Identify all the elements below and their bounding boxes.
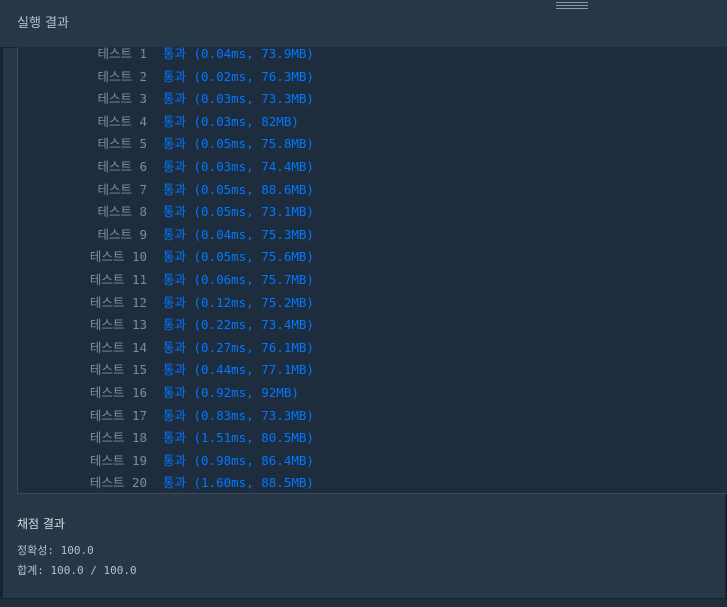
test-result-row: 테스트 20 › 통과 (1.60ms, 88.5MB) xyxy=(18,472,718,493)
chevron-right-icon: › xyxy=(139,431,147,446)
chevron-right-icon: › xyxy=(139,295,147,310)
test-result-row: 테스트 7 › 통과 (0.05ms, 88.6MB) xyxy=(18,179,718,201)
grading-total: 합계: 100.0 / 100.0 xyxy=(17,564,137,577)
test-result-row: 테스트 10 › 통과 (0.05ms, 75.6MB) xyxy=(18,246,718,268)
test-result-row: 테스트 16 › 통과 (0.92ms, 92MB) xyxy=(18,382,718,404)
test-result-text: 통과 (0.83ms, 73.3MB) xyxy=(163,407,314,423)
test-result-row: 테스트 19 › 통과 (0.98ms, 86.4MB) xyxy=(18,450,718,472)
chevron-right-icon: › xyxy=(139,182,147,197)
test-result-row: 테스트 6 › 통과 (0.03ms, 74.4MB) xyxy=(18,156,718,178)
test-result-row: 테스트 1 › 통과 (0.04ms, 73.9MB) xyxy=(18,47,718,65)
chevron-right-icon: › xyxy=(139,386,147,400)
test-result-text: 통과 (0.05ms, 75.8MB) xyxy=(163,136,314,152)
test-result-row: 테스트 3 › 통과 (0.03ms, 73.3MB) xyxy=(18,88,718,110)
drag-handle-icon[interactable] xyxy=(556,2,588,11)
execution-result-panel: 실행 결과 테스트 1 › 통과 (0.04ms, 73.9MB) 테스트 2 › 통과 … xyxy=(0,0,727,607)
test-result-row: 테스트 5 › 통과 (0.05ms, 75.8MB) xyxy=(18,133,718,155)
test-result-text: 통과 (0.05ms, 88.6MB) xyxy=(163,181,314,197)
test-result-text: 통과 (1.60ms, 88.5MB) xyxy=(163,475,314,491)
test-result-row: 테스트 9 › 통과 (0.04ms, 75.3MB) xyxy=(18,224,718,246)
panel-border-left xyxy=(0,47,3,606)
chevron-right-icon: › xyxy=(139,453,147,468)
test-result-text: 통과 (0.02ms, 76.3MB) xyxy=(163,68,314,84)
test-result-row: 테스트 2 › 통과 (0.02ms, 76.3MB) xyxy=(18,66,718,88)
test-result-text: 통과 (0.05ms, 73.1MB) xyxy=(163,204,314,220)
test-result-text: 통과 (0.98ms, 86.4MB) xyxy=(163,452,314,468)
test-result-row: 테스트 18 › 통과 (1.51ms, 80.5MB) xyxy=(18,427,718,449)
test-result-text: 통과 (1.51ms, 80.5MB) xyxy=(163,430,314,446)
chevron-right-icon: › xyxy=(139,408,147,423)
test-result-text: 통과 (0.12ms, 75.2MB) xyxy=(163,294,314,310)
chevron-right-icon: › xyxy=(139,69,147,84)
test-result-text: 통과 (0.04ms, 73.9MB) xyxy=(163,47,314,61)
chevron-right-icon: › xyxy=(139,205,147,220)
chevron-right-icon: › xyxy=(139,340,147,355)
chevron-right-icon: › xyxy=(139,92,147,107)
test-result-text: 통과 (0.04ms, 75.3MB) xyxy=(163,226,314,242)
chevron-right-icon: › xyxy=(139,476,147,491)
test-result-text: 통과 (0.27ms, 76.1MB) xyxy=(163,339,314,355)
test-result-row: 테스트 11 › 통과 (0.06ms, 75.7MB) xyxy=(18,269,718,291)
chevron-right-icon: › xyxy=(139,227,147,242)
test-result-row: 테스트 4 › 통과 (0.03ms, 82MB) xyxy=(18,111,718,133)
test-result-row: 테스트 13 › 통과 (0.22ms, 73.4MB) xyxy=(18,314,718,336)
test-result-text: 통과 (0.05ms, 75.6MB) xyxy=(163,249,314,265)
chevron-right-icon: › xyxy=(139,250,147,265)
test-result-row: 테스트 14 › 통과 (0.27ms, 76.1MB) xyxy=(18,337,718,359)
chevron-right-icon: › xyxy=(139,273,147,287)
chevron-right-icon: › xyxy=(139,47,147,61)
test-result-row: 테스트 15 › 통과 (0.44ms, 77.1MB) xyxy=(18,359,718,381)
chevron-right-icon: › xyxy=(139,160,147,174)
chevron-right-icon: › xyxy=(139,137,147,152)
test-result-text: 통과 (0.03ms, 82MB) xyxy=(163,113,299,129)
chevron-right-icon: › xyxy=(139,318,147,333)
test-result-text: 통과 (0.22ms, 73.4MB) xyxy=(163,317,314,333)
test-result-text: 통과 (0.06ms, 75.7MB) xyxy=(163,272,314,287)
test-result-row: 테스트 12 › 통과 (0.12ms, 75.2MB) xyxy=(18,292,718,314)
chevron-right-icon: › xyxy=(139,363,147,378)
test-result-text: 통과 (0.03ms, 74.4MB) xyxy=(163,159,314,174)
test-results-list[interactable]: 테스트 1 › 통과 (0.04ms, 73.9MB) 테스트 2 › 통과 (0.02m… xyxy=(17,47,727,494)
panel-title: 실행 결과 xyxy=(17,16,69,31)
test-result-text: 통과 (0.92ms, 92MB) xyxy=(163,385,299,400)
test-result-row: 테스트 8 › 통과 (0.05ms, 73.1MB) xyxy=(18,201,718,223)
test-result-text: 통과 (0.03ms, 73.3MB) xyxy=(163,91,314,107)
test-result-row: 테스트 17 › 통과 (0.83ms, 73.3MB) xyxy=(18,405,718,427)
test-result-text: 통과 (0.44ms, 77.1MB) xyxy=(163,362,314,378)
grading-title: 채점 결과 xyxy=(17,517,65,531)
grading-accuracy: 정확성: 100.0 xyxy=(17,544,94,557)
panel-header: 실행 결과 xyxy=(0,0,727,48)
chevron-right-icon: › xyxy=(139,114,147,129)
